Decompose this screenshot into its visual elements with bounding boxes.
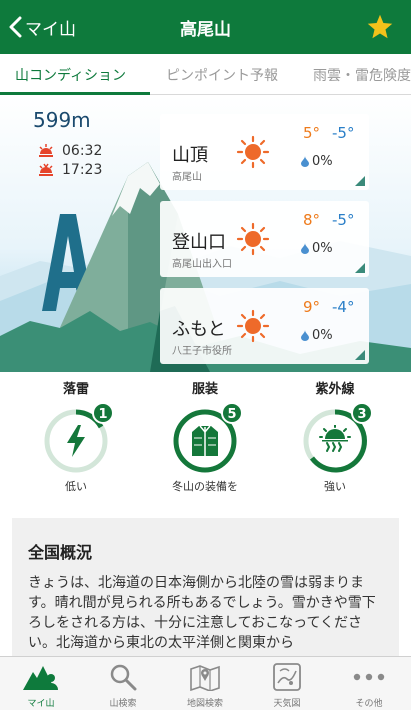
sunny-icon: [236, 135, 270, 169]
card-name: ふもと: [172, 319, 226, 340]
card-location: 高尾山出入口: [172, 259, 232, 270]
card-location: 八王子市役所: [172, 346, 232, 357]
sunny-icon: [236, 222, 270, 256]
nav-mountain-search[interactable]: 山検索: [82, 657, 164, 711]
national-overview: 全国概況 きょうは、北海道の日本海側から北陸の雪は弱まります。晴れ間が見られる所…: [12, 518, 399, 658]
back-label: マイ山: [25, 19, 76, 40]
weather-card-trailhead[interactable]: 登山口 高尾山出入口 8° -5° 0%: [160, 201, 369, 277]
more-icon: [353, 673, 385, 681]
gauge-clothing[interactable]: 服装 5 冬山の装備を: [145, 380, 265, 494]
sunset-row: 17:23: [38, 162, 102, 178]
precip-value: 0%: [312, 328, 333, 343]
sunset-icon: [39, 163, 53, 176]
raindrop-icon: [301, 330, 309, 341]
bottom-nav: マイ山 山検索 地図検索 天気図 その他: [0, 656, 411, 710]
active-tab-indicator: [0, 92, 150, 95]
gauge-title: 紫外線: [315, 382, 355, 397]
precip-chance: 0%: [301, 328, 333, 343]
card-corner-marker: [355, 350, 365, 360]
tab-bar: 山コンディション ピンポイント予報 雨雲・雷危険度: [0, 54, 411, 95]
risk-gauges: 落雷 1 低い 服装 5 冬山の装備を 紫外線 3 強い: [0, 380, 411, 510]
chevron-left-icon: [9, 16, 22, 38]
nav-weather-map[interactable]: 天気図: [246, 657, 328, 711]
raindrop-icon: [301, 243, 309, 254]
gauge-lightning[interactable]: 落雷 1 低い: [16, 380, 136, 494]
search-icon: [110, 664, 137, 691]
gauge-label: 強い: [324, 480, 346, 493]
raindrop-icon: [301, 156, 309, 167]
precip-value: 0%: [312, 241, 333, 256]
back-button[interactable]: マイ山: [8, 14, 76, 40]
sunrise-row: 06:32: [38, 143, 102, 159]
gauge-dial: 1: [43, 402, 114, 474]
gauge-label: 冬山の装備を: [172, 480, 238, 493]
temp-low: -4°: [332, 298, 355, 316]
sunrise-icon: [39, 144, 53, 157]
nav-label: 山検索: [109, 699, 137, 709]
lightning-icon: [67, 425, 85, 457]
overview-text: きょうは、北海道の日本海側から北陸の雪は弱まります。晴れ間が見られる所もあるでし…: [28, 575, 376, 651]
sunrise-time: 06:32: [62, 143, 103, 159]
mountain-scene: 599m 06:32 17:23 山頂 高尾山 5° -5° 0% 登山口 高尾…: [0, 96, 411, 372]
gauge-level-badge: 1: [92, 402, 114, 424]
sunset-time: 17:23: [62, 162, 103, 178]
star-icon[interactable]: [366, 13, 394, 41]
gauge-dial: 5: [172, 402, 243, 474]
card-name: 山頂: [172, 145, 208, 166]
nav-label: 地図検索: [186, 699, 223, 709]
precip-value: 0%: [312, 154, 333, 169]
card-corner-marker: [355, 176, 365, 186]
nav-label: 天気図: [273, 699, 301, 709]
gauge-title: 服装: [191, 382, 218, 397]
gauge-label: 低い: [65, 480, 87, 493]
card-name: 登山口: [172, 232, 226, 253]
temp-high: 5°: [303, 124, 321, 142]
card-corner-marker: [355, 263, 365, 273]
gauge-title: 落雷: [62, 382, 89, 397]
weather-map-icon: [273, 663, 301, 691]
tab-mountain-condition[interactable]: 山コンディション: [15, 65, 126, 85]
tab-rain-thunder-risk[interactable]: 雨雲・雷危険度: [313, 65, 411, 85]
map-icon: [190, 665, 220, 691]
gauge-dial: 3: [302, 402, 373, 474]
weather-card-summit[interactable]: 山頂 高尾山 5° -5° 0%: [160, 114, 369, 190]
temp-low: -5°: [332, 124, 355, 142]
nav-map-search[interactable]: 地図検索: [164, 657, 246, 711]
uv-sun-icon: [319, 425, 351, 452]
my-mountain-icon: [23, 666, 58, 690]
gauge-level-badge: 5: [221, 402, 243, 424]
tab-pinpoint-forecast[interactable]: ピンポイント予報: [166, 65, 278, 85]
nav-other[interactable]: その他: [328, 657, 410, 711]
nav-label: その他: [355, 699, 383, 709]
sunny-icon: [236, 309, 270, 343]
summit-elevation: 599m: [33, 108, 91, 132]
precip-chance: 0%: [301, 154, 333, 169]
weather-card-base[interactable]: ふもと 八王子市役所 9° -4° 0%: [160, 288, 369, 364]
overview-title: 全国概況: [28, 543, 93, 562]
nav-my-mountain[interactable]: マイ山: [0, 657, 82, 711]
app-header: マイ山 高尾山: [0, 0, 411, 54]
gauge-level-badge: 3: [351, 402, 373, 424]
temp-low: -5°: [332, 211, 355, 229]
temp-high: 8°: [303, 211, 321, 229]
nav-label: マイ山: [27, 699, 55, 709]
temp-high: 9°: [303, 298, 321, 316]
gauge-uv[interactable]: 紫外線 3 強い: [275, 380, 395, 494]
card-location: 高尾山: [172, 172, 202, 183]
jacket-icon: [192, 425, 218, 456]
precip-chance: 0%: [301, 241, 333, 256]
